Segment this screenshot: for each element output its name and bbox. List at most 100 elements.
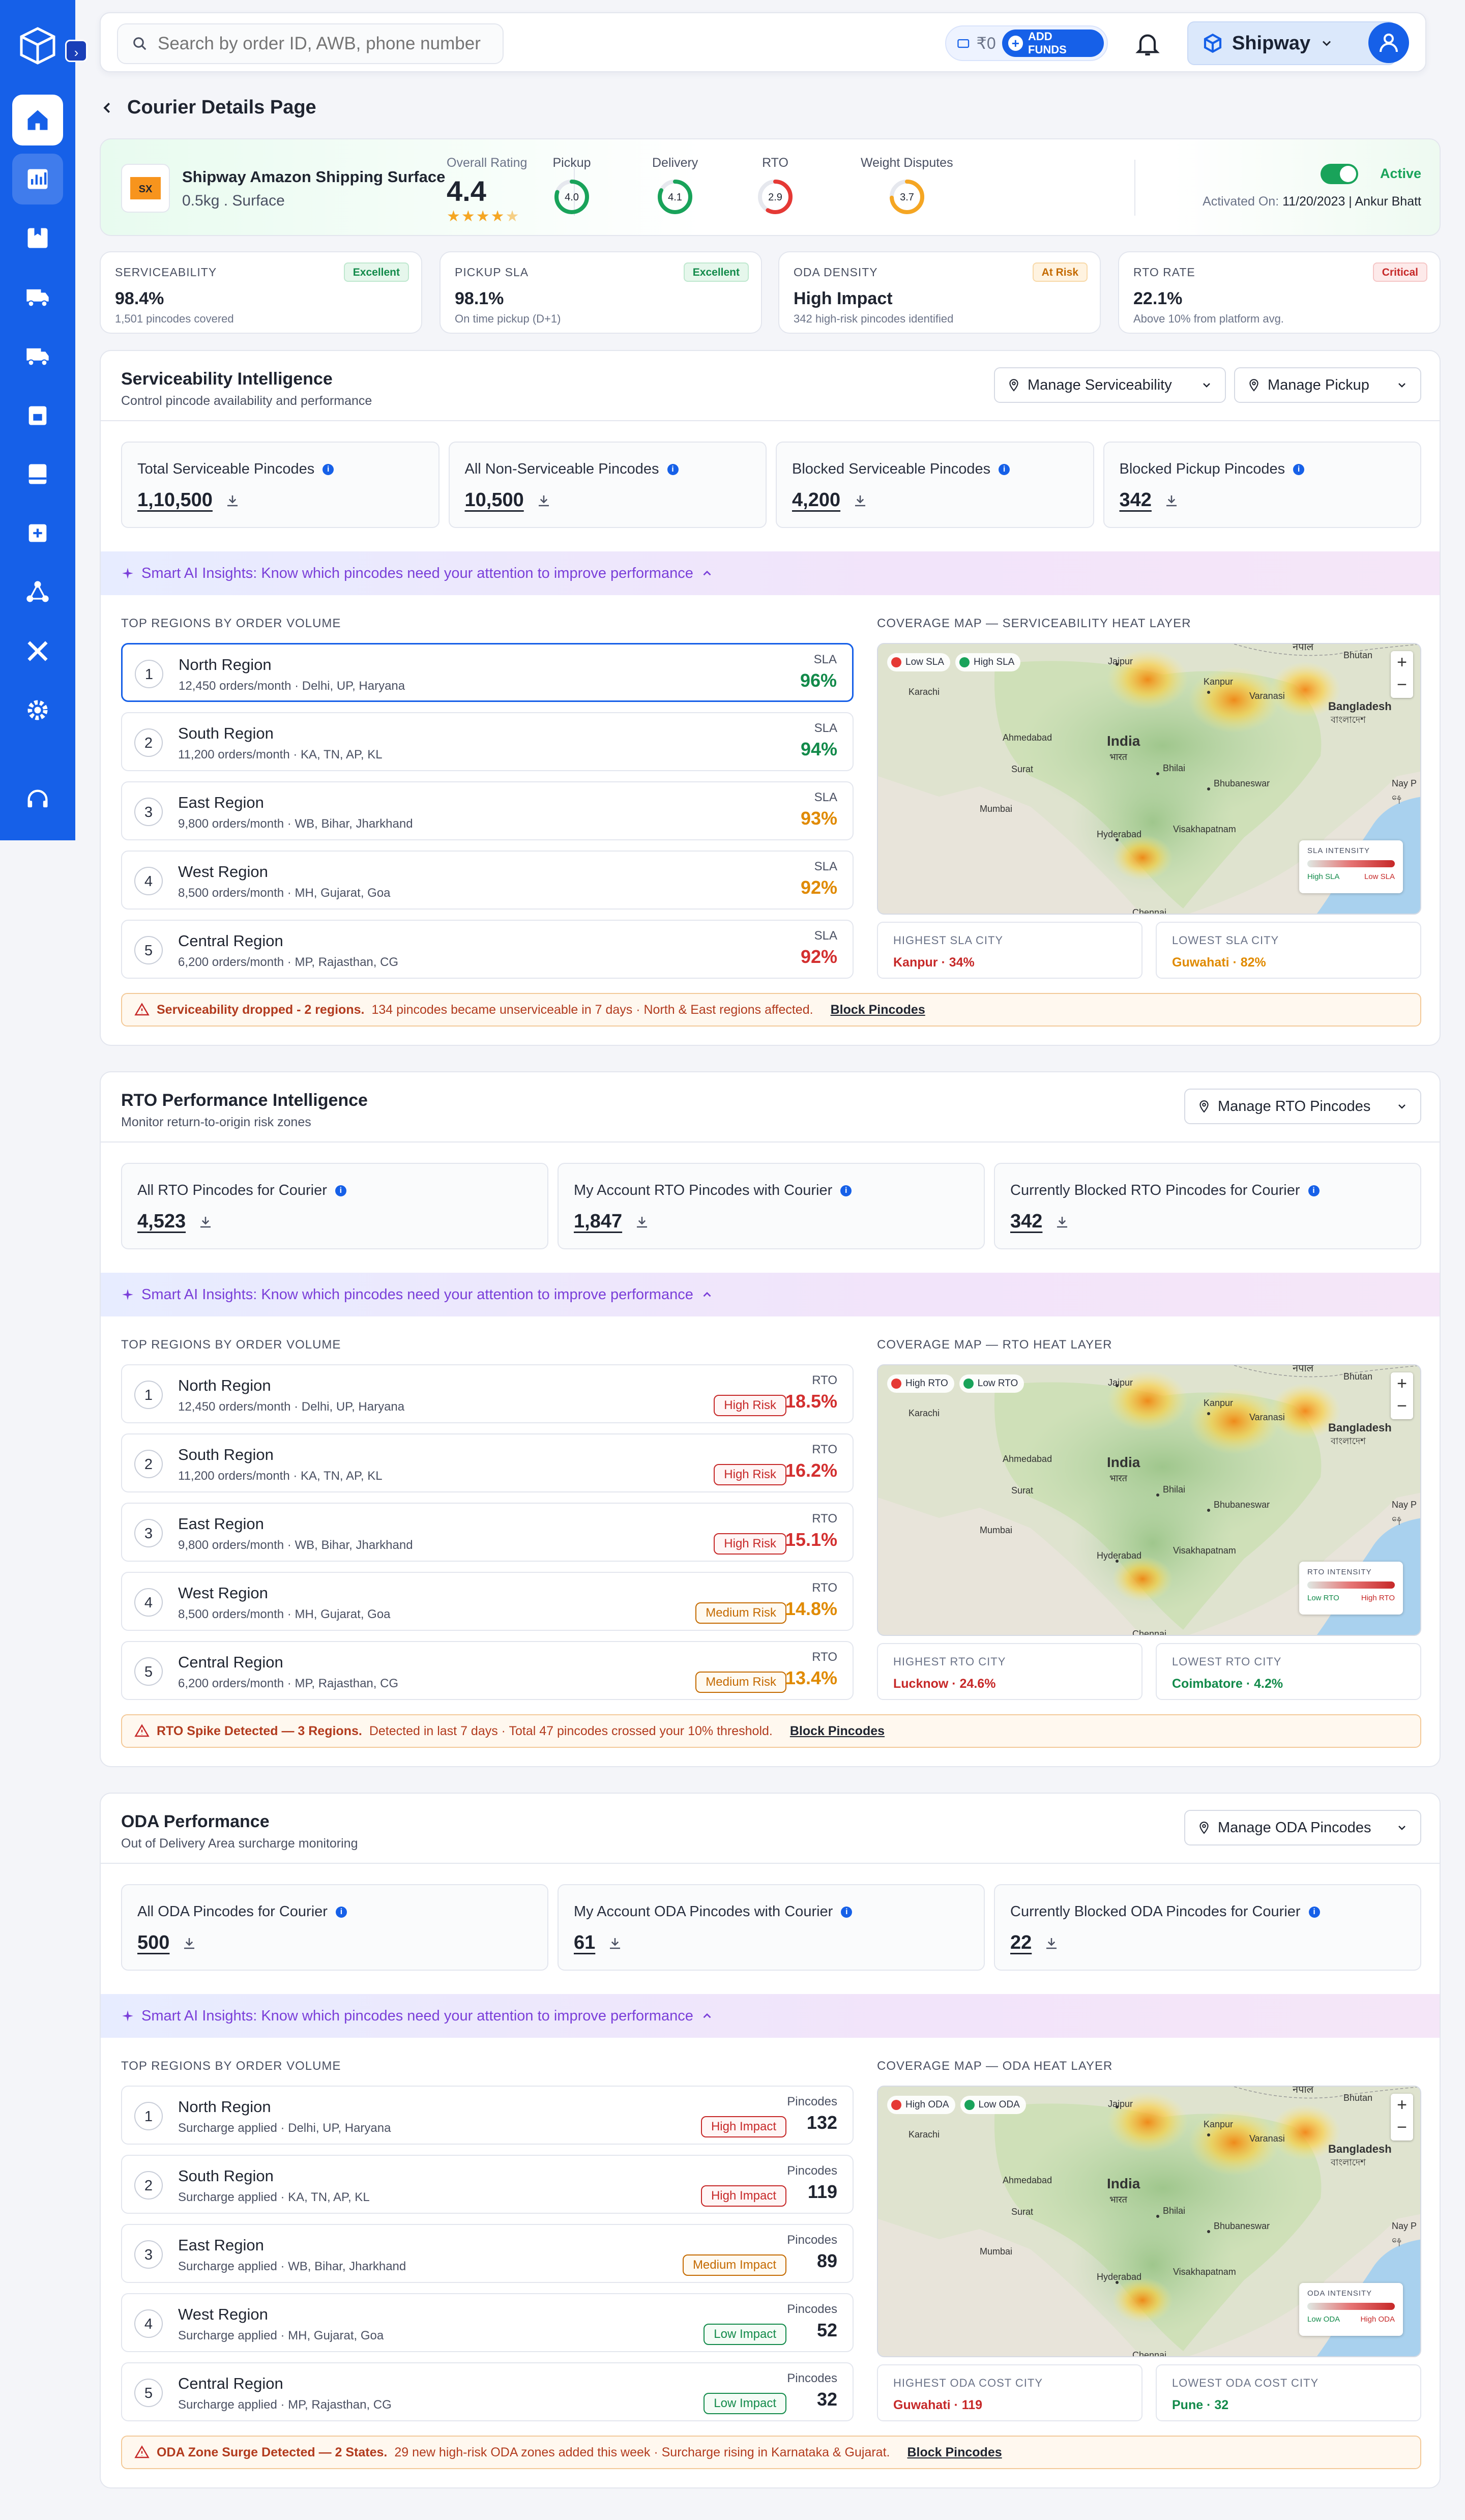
ai-insights-banner[interactable]: Smart AI Insights: Know which pincodes n… — [101, 551, 1440, 595]
legend-item[interactable]: High ODA — [887, 2096, 955, 2114]
region-row[interactable]: 4 West Region Surcharge applied · MH, Gu… — [121, 2293, 854, 2352]
region-row[interactable]: 5 Central Region Surcharge applied · MP,… — [121, 2362, 854, 2421]
region-row[interactable]: 1 North Region Surcharge applied · Delhi… — [121, 2086, 854, 2145]
logo-icon[interactable] — [17, 25, 58, 66]
manage-pincodes-button[interactable]: Manage ODA Pincodes — [1184, 1810, 1421, 1845]
manage-serviceability-button[interactable]: Manage Serviceability — [994, 367, 1226, 403]
manage-pickup-button[interactable]: Manage Pickup — [1234, 367, 1421, 403]
sidebar-item-returns[interactable] — [12, 331, 63, 382]
sidebar-item-integrations[interactable] — [12, 567, 63, 618]
region-row[interactable]: 4 West Region 8,500 orders/month · MH, G… — [121, 1572, 854, 1631]
region-row[interactable]: 2 South Region 11,200 orders/month · KA,… — [121, 712, 854, 771]
region-row[interactable]: 4 West Region 8,500 orders/month · MH, G… — [121, 851, 854, 910]
info-icon[interactable]: i — [841, 1906, 853, 1918]
block-pincodes-link[interactable]: Block Pincodes — [790, 1724, 885, 1739]
info-icon[interactable]: i — [335, 1906, 347, 1918]
download-icon[interactable] — [1164, 493, 1179, 508]
sidebar-item-analytics[interactable] — [12, 154, 63, 204]
region-row[interactable]: 3 East Region 9,800 orders/month · WB, B… — [121, 781, 854, 840]
back-arrow-icon[interactable] — [100, 100, 115, 115]
account-switcher[interactable]: Shipway — [1187, 21, 1396, 65]
stat-value[interactable]: 4,523 — [137, 1211, 186, 1233]
sidebar-item-tools[interactable] — [12, 626, 63, 677]
legend-item[interactable]: Low SLA — [887, 653, 951, 671]
bell-icon[interactable] — [1133, 30, 1162, 58]
stat-value[interactable]: 10,500 — [465, 489, 524, 511]
info-icon[interactable]: i — [999, 463, 1010, 475]
stat-value[interactable]: 22 — [1010, 1932, 1032, 1954]
stat-value[interactable]: 500 — [137, 1932, 169, 1954]
region-row[interactable]: 1 North Region 12,450 orders/month · Del… — [121, 1364, 854, 1423]
zoom-out-button[interactable]: − — [1391, 673, 1413, 696]
coverage-map[interactable]: Jaipur Karachi Kanpur Varanasi नेपाल Bhutan B… — [877, 2086, 1421, 2357]
download-icon[interactable] — [536, 493, 551, 508]
region-row[interactable]: 2 South Region Surcharge applied · KA, T… — [121, 2155, 854, 2214]
block-pincodes-link[interactable]: Block Pincodes — [907, 2445, 1002, 2460]
manage-pincodes-button[interactable]: Manage RTO Pincodes — [1184, 1089, 1421, 1124]
zoom-in-button[interactable]: + — [1391, 651, 1413, 673]
sidebar-item-orders[interactable] — [12, 213, 63, 263]
search-input[interactable] — [158, 34, 493, 54]
info-icon[interactable]: i — [1308, 1906, 1320, 1918]
download-icon[interactable] — [225, 493, 240, 508]
stat-value[interactable]: 1,10,500 — [137, 489, 213, 511]
info-icon[interactable]: i — [1308, 1185, 1320, 1196]
download-icon[interactable] — [607, 1936, 623, 1951]
region-row[interactable]: 5 Central Region 6,200 orders/month · MP… — [121, 920, 854, 979]
avatar[interactable] — [1368, 22, 1409, 63]
download-icon[interactable] — [853, 493, 868, 508]
coverage-map[interactable]: Jaipur Karachi Kanpur Varanasi नेपाल Bhutan B… — [877, 1364, 1421, 1636]
legend-item[interactable]: Low RTO — [959, 1374, 1024, 1393]
coverage-map[interactable]: Jaipur Karachi Kanpur Varanasi नेपाल Bhutan B… — [877, 643, 1421, 915]
sidebar-item-warehouse[interactable] — [12, 390, 63, 441]
info-icon[interactable]: i — [323, 463, 334, 475]
stat-card: All ODA Pincodes for Courier i 500 — [121, 1884, 548, 1971]
region-row[interactable]: 3 East Region 9,800 orders/month · WB, B… — [121, 1503, 854, 1562]
ai-insights-banner[interactable]: Smart AI Insights: Know which pincodes n… — [101, 1273, 1440, 1316]
active-toggle[interactable] — [1321, 164, 1358, 184]
stat-value[interactable]: 61 — [574, 1932, 595, 1954]
legend-item[interactable]: Low ODA — [960, 2096, 1026, 2114]
add-funds-button[interactable]: + ADD FUNDS — [1002, 30, 1104, 57]
sidebar-item-shipments[interactable] — [12, 272, 63, 323]
legend-item[interactable]: High RTO — [887, 1374, 954, 1393]
chevron-up-icon[interactable] — [700, 567, 714, 580]
download-icon[interactable] — [1044, 1936, 1059, 1951]
zoom-in-button[interactable]: + — [1391, 1372, 1413, 1395]
chevron-up-icon[interactable] — [700, 2009, 714, 2023]
sidebar-item-billing[interactable] — [12, 449, 63, 500]
zoom-in-button[interactable]: + — [1391, 2094, 1413, 2116]
sidebar-item-home[interactable] — [12, 95, 63, 145]
search-box[interactable] — [117, 23, 504, 64]
sidebar-item-support[interactable] — [12, 774, 63, 825]
info-icon[interactable]: i — [840, 1185, 852, 1196]
region-row[interactable]: 3 East Region Surcharge applied · WB, Bi… — [121, 2224, 854, 2283]
download-icon[interactable] — [1054, 1214, 1070, 1229]
stat-value[interactable]: 1,847 — [574, 1211, 622, 1233]
wallet[interactable]: ₹0 + ADD FUNDS — [945, 25, 1108, 61]
legend-item[interactable]: High SLA — [955, 653, 1021, 671]
region-row[interactable]: 5 Central Region 6,200 orders/month · MP… — [121, 1641, 854, 1700]
sparkle-icon — [122, 1289, 133, 1300]
document-icon — [28, 464, 47, 484]
info-icon[interactable]: i — [335, 1185, 346, 1196]
chevron-up-icon[interactable] — [700, 1288, 714, 1301]
info-icon[interactable]: i — [1293, 463, 1305, 475]
gauge-delivery: Delivery 4.1 — [652, 156, 698, 221]
zoom-out-button[interactable]: − — [1391, 2116, 1413, 2138]
block-pincodes-link[interactable]: Block Pincodes — [831, 1003, 925, 1017]
ai-insights-banner[interactable]: Smart AI Insights: Know which pincodes n… — [101, 1994, 1440, 2038]
sidebar-item-settings[interactable] — [12, 685, 63, 736]
download-icon[interactable] — [198, 1214, 213, 1229]
stat-value[interactable]: 342 — [1120, 489, 1152, 511]
stat-value[interactable]: 342 — [1010, 1211, 1042, 1233]
region-row[interactable]: 2 South Region 11,200 orders/month · KA,… — [121, 1433, 854, 1492]
stat-value[interactable]: 4,200 — [792, 489, 840, 511]
zoom-out-button[interactable]: − — [1391, 1395, 1413, 1417]
region-row[interactable]: 1 North Region 12,450 orders/month · Del… — [121, 643, 854, 702]
info-icon[interactable]: i — [667, 463, 679, 475]
sidebar-item-add[interactable] — [12, 508, 63, 559]
sidebar-expand-button[interactable]: › — [65, 40, 87, 62]
download-icon[interactable] — [182, 1936, 197, 1951]
download-icon[interactable] — [634, 1214, 650, 1229]
